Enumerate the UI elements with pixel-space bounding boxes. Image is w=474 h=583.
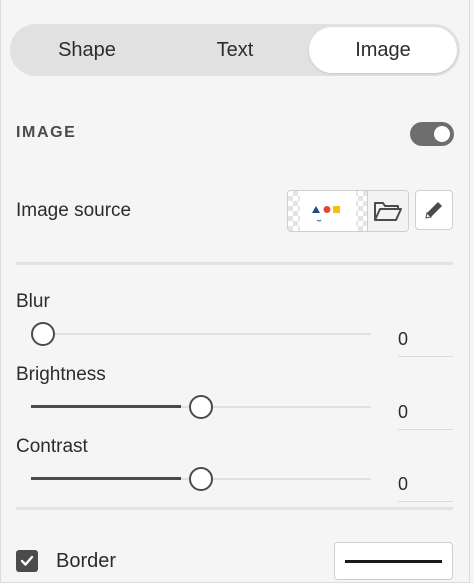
contrast-label: Contrast [16,436,88,457]
thumbnail-image [300,191,356,231]
tab-text[interactable]: Text [161,27,309,73]
contrast-slider[interactable] [31,467,371,491]
brightness-slider[interactable] [31,395,371,419]
slider-fill [31,477,181,480]
folder-open-icon [374,202,403,221]
slider-handle[interactable] [31,322,55,346]
contrast-value[interactable]: 0 [398,462,453,502]
toggle-knob [434,126,450,142]
checkmark-icon [20,555,34,566]
divider [16,507,453,510]
blur-label: Blur [16,291,50,312]
slider-handle[interactable] [189,467,213,491]
image-thumbnail[interactable] [288,191,368,231]
border-checkbox[interactable] [16,550,38,572]
tab-shape[interactable]: Shape [13,27,161,73]
blur-value[interactable]: 0 [398,317,453,357]
border-stroke-picker[interactable] [334,542,453,580]
divider [16,262,453,265]
slider-handle[interactable] [189,395,213,419]
image-enabled-toggle[interactable] [410,122,454,146]
image-source-label: Image source [16,200,132,221]
slider-track [31,333,371,335]
pencil-icon [425,202,442,219]
blur-slider[interactable] [31,322,371,346]
brightness-label: Brightness [16,364,106,385]
stroke-preview [345,559,442,563]
edit-image-button[interactable] [415,190,453,230]
border-label: Border [56,550,117,572]
slider-fill [31,405,181,408]
image-source-control [287,190,409,232]
section-title-image: IMAGE [16,124,77,141]
tab-image[interactable]: Image [309,27,457,73]
brightness-value[interactable]: 0 [398,390,453,430]
properties-panel: Shape Text Image IMAGE Image source Blur… [0,0,470,583]
tab-bar: Shape Text Image [10,24,460,76]
thumbnail-shapes-icon [312,206,340,222]
browse-image-button[interactable] [367,191,408,231]
